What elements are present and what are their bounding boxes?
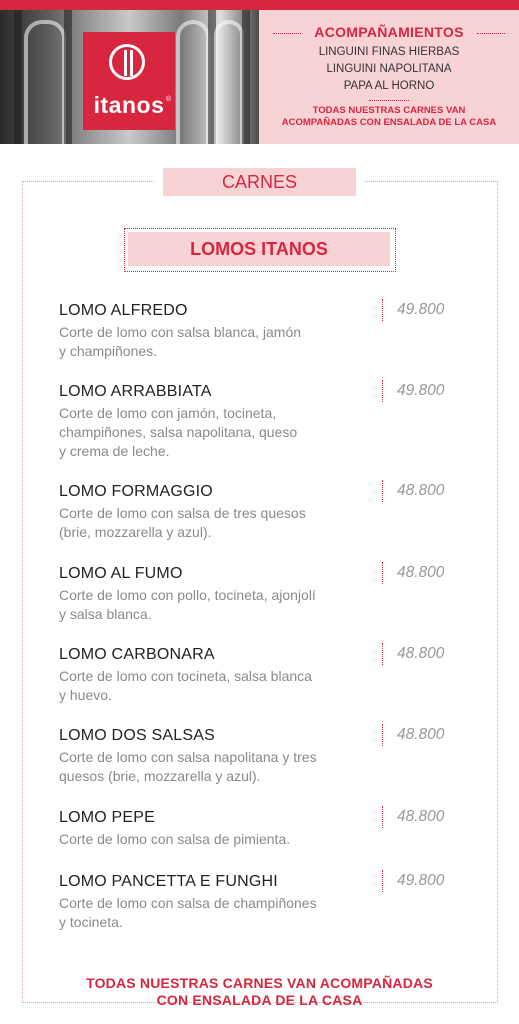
item-description: Corte de lomo con salsa de pimienta. — [59, 831, 291, 847]
header: itanos ® ACOMPAÑAMIENTOS LINGUINI FINAS … — [0, 10, 519, 144]
item-price: 49.800 — [397, 872, 445, 889]
footer-line2: CON ENSALADA DE LA CASA — [156, 992, 363, 1008]
accompaniments-panel: ACOMPAÑAMIENTOS LINGUINI FINAS HIERBAS L… — [259, 10, 519, 144]
menu-item: LOMO DOS SALSAS Corte de lomo con salsa … — [59, 724, 479, 786]
item-price: 48.800 — [397, 482, 445, 499]
section-title: CARNES — [163, 168, 356, 196]
item-price: 49.800 — [397, 382, 445, 399]
item-price: 48.800 — [397, 808, 445, 825]
item-description: Corte de lomo con salsa napolitana y tre… — [59, 749, 317, 784]
accompaniment-item: LINGUINI NAPOLITANA — [326, 63, 452, 75]
item-description: Corte de lomo con salsa blanca, jamón y c… — [59, 324, 302, 359]
menu-item: LOMO PEPE Corte de lomo con salsa de pim… — [59, 806, 479, 849]
logo-wordmark: itanos — [93, 92, 165, 118]
itanos-logo: itanos ® — [83, 32, 175, 130]
accompaniment-item: LINGUINI FINAS HIERBAS — [318, 46, 460, 58]
item-description: Corte de lomo con pollo, tocineta, ajonj… — [59, 587, 316, 622]
accompaniments-title: ACOMPAÑAMIENTOS — [259, 24, 519, 40]
item-description: Corte de lomo con tocineta, salsa blanca… — [59, 668, 312, 703]
top-accent-bar — [0, 0, 519, 10]
accompaniments-note-line1: TODAS NUESTRAS CARNES VAN — [312, 105, 466, 116]
menu-item: LOMO PANCETTA E FUNGHI Corte de lomo con… — [59, 870, 479, 932]
item-description: Corte de lomo con jamón, tocineta, champi… — [59, 405, 298, 459]
accompaniment-item: PAPA AL HORNO — [343, 80, 435, 92]
menu-item: LOMO FORMAGGIO Corte de lomo con salsa d… — [59, 480, 479, 542]
menu-item: LOMO AL FUMO Corte de lomo con pollo, to… — [59, 562, 479, 624]
footer-note: TODAS NUESTRAS CARNES VAN ACOMPAÑADAS CO… — [0, 975, 519, 1009]
item-price: 49.800 — [397, 301, 445, 318]
menu-item: LOMO CARBONARA Corte de lomo con tocinet… — [59, 643, 479, 705]
item-price: 48.800 — [397, 564, 445, 581]
item-description: Corte de lomo con salsa de tres quesos (b… — [59, 505, 306, 540]
menu-item: LOMO ARRABBIATA Corte de lomo con jamón,… — [59, 380, 479, 461]
menu-item: LOMO ALFREDO Corte de lomo con salsa bla… — [59, 299, 479, 361]
item-description: Corte de lomo con salsa de champiñones y … — [59, 895, 317, 930]
divider — [369, 100, 409, 101]
section-subtitle: LOMOS ITANOS — [128, 232, 390, 266]
item-price: 48.800 — [397, 726, 445, 743]
item-price: 48.800 — [397, 645, 445, 662]
accompaniments-note-line2: ACOMPAÑADAS CON ENSALADA DE LA CASA — [281, 117, 497, 128]
footer-line1: TODAS NUESTRAS CARNES VAN ACOMPAÑADAS — [86, 975, 433, 991]
